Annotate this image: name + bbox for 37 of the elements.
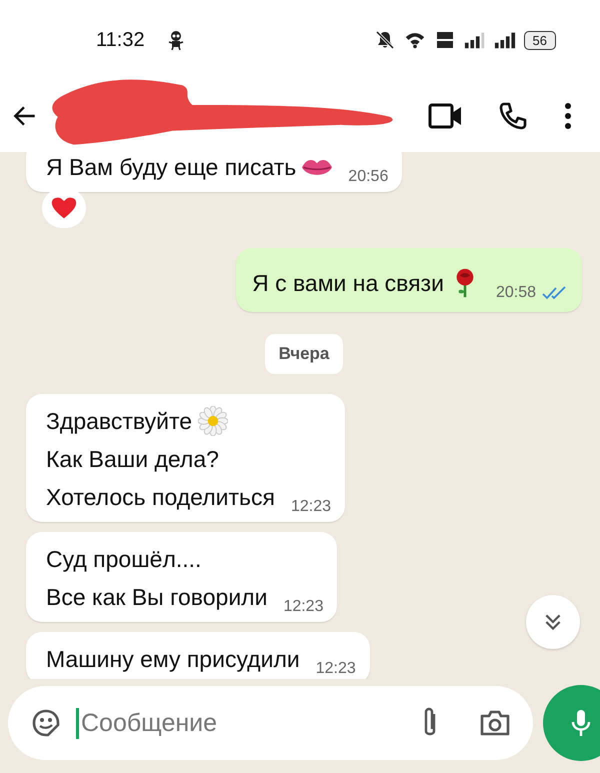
- message-time: 12:23: [283, 598, 324, 616]
- message-bubble[interactable]: Машину ему присудили 12:23: [26, 632, 370, 679]
- scroll-down-button[interactable]: [526, 595, 580, 649]
- video-camera-icon: [428, 103, 462, 129]
- message-bubble[interactable]: Я с вами на связи 20:58: [236, 248, 582, 312]
- battery-level: 56: [524, 30, 556, 50]
- status-time: 11:32: [96, 28, 145, 52]
- muted-bell-icon: [374, 30, 396, 50]
- message-bubble[interactable]: Здравствуйте Как Ваши дела? Хотелось поделиться 12:23: [26, 394, 345, 522]
- message-text: Все как Вы говорили: [46, 583, 268, 612]
- message-text: Машину ему присудили: [46, 645, 300, 674]
- signal-icon: [464, 30, 486, 50]
- message-text: Суд прошёл....: [46, 545, 202, 574]
- message-time: 12:23: [290, 498, 331, 516]
- message-bubble[interactable]: Я Вам буду еще писать 20:56: [26, 152, 402, 192]
- message-field[interactable]: Сообщение: [8, 686, 533, 760]
- message-text: Как Ваши дела?: [46, 445, 219, 474]
- message-text: Хотелось поделиться: [46, 483, 275, 512]
- heart-icon: [51, 196, 77, 220]
- wifi-icon: [404, 30, 426, 50]
- daisy-icon: [198, 406, 228, 436]
- phone-icon: [498, 101, 528, 131]
- microphone-icon: [569, 708, 593, 738]
- message-text: Я с вами на связи: [252, 269, 444, 298]
- message-time: 20:56: [348, 168, 388, 186]
- sticker-icon[interactable]: [30, 708, 62, 738]
- reaction-badge[interactable]: [42, 188, 86, 228]
- message-text: Я Вам буду еще писать: [46, 153, 296, 182]
- message-time: 12:23: [316, 660, 356, 678]
- message-text: Здравствуйте: [46, 407, 192, 436]
- message-time: 20:58: [496, 284, 536, 302]
- signal-icon: [494, 30, 516, 50]
- camera-icon[interactable]: [479, 708, 511, 738]
- message-bubble[interactable]: Суд прошёл.... Все как Вы говорили 12:23: [26, 532, 338, 622]
- microphone-button[interactable]: [543, 685, 600, 761]
- date-separator: Вчера: [264, 334, 344, 374]
- more-options-icon: [564, 102, 572, 130]
